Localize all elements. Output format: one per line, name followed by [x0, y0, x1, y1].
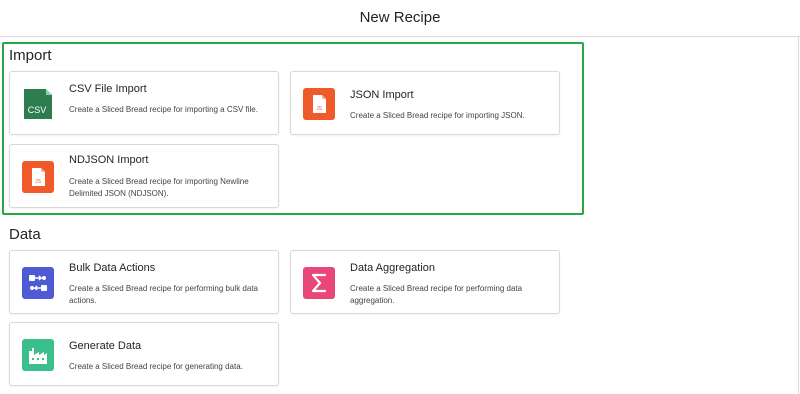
recipe-card-csv-import[interactable]: CSV CSV File Import Create a Sliced Brea…	[9, 71, 279, 135]
card-title: Data Aggregation	[350, 262, 436, 274]
card-title: Generate Data	[69, 340, 142, 352]
recipe-card-generate-data[interactable]: Generate Data Create a Sliced Bread reci…	[9, 322, 279, 386]
card-description: Create a Sliced Bread recipe for importi…	[350, 111, 525, 120]
card-description: Create a Sliced Bread recipe for generat…	[69, 362, 243, 371]
ndjson-file-icon: JS	[22, 161, 54, 193]
card-description: Create a Sliced Bread recipe for importi…	[69, 177, 249, 198]
card-title: CSV File Import	[69, 83, 147, 95]
csv-file-icon: CSV	[22, 88, 54, 120]
card-description: Create a Sliced Bread recipe for perform…	[69, 284, 258, 305]
recipe-card-ndjson-import[interactable]: JS NDJSON Import Create a Sliced Bread r…	[9, 144, 279, 208]
section-title-data: Data	[9, 226, 41, 243]
csv-icon-label: CSV	[28, 105, 47, 115]
page-title: New Recipe	[359, 9, 441, 26]
card-description: Create a Sliced Bread recipe for importi…	[69, 105, 258, 114]
card-title: NDJSON Import	[69, 154, 149, 166]
recipe-card-data-aggregation[interactable]: Data Aggregation Create a Sliced Bread r…	[290, 250, 560, 314]
card-title: JSON Import	[350, 89, 414, 101]
sigma-icon	[303, 267, 335, 299]
card-description: Create a Sliced Bread recipe for perform…	[350, 284, 523, 305]
bulk-actions-icon	[22, 267, 54, 299]
section-title-import: Import	[9, 47, 52, 64]
ndjson-icon-label: JS	[35, 179, 42, 185]
recipe-card-json-import[interactable]: JS JSON Import Create a Sliced Bread rec…	[290, 71, 560, 135]
page-header: New Recipe	[0, 0, 800, 37]
recipe-card-bulk-data-actions[interactable]: Bulk Data Actions Create a Sliced Bread …	[9, 250, 279, 314]
card-title: Bulk Data Actions	[69, 262, 156, 274]
json-file-icon: JS	[303, 88, 335, 120]
factory-icon	[22, 339, 54, 371]
json-icon-label: JS	[316, 106, 323, 112]
panel-divider	[798, 37, 799, 394]
